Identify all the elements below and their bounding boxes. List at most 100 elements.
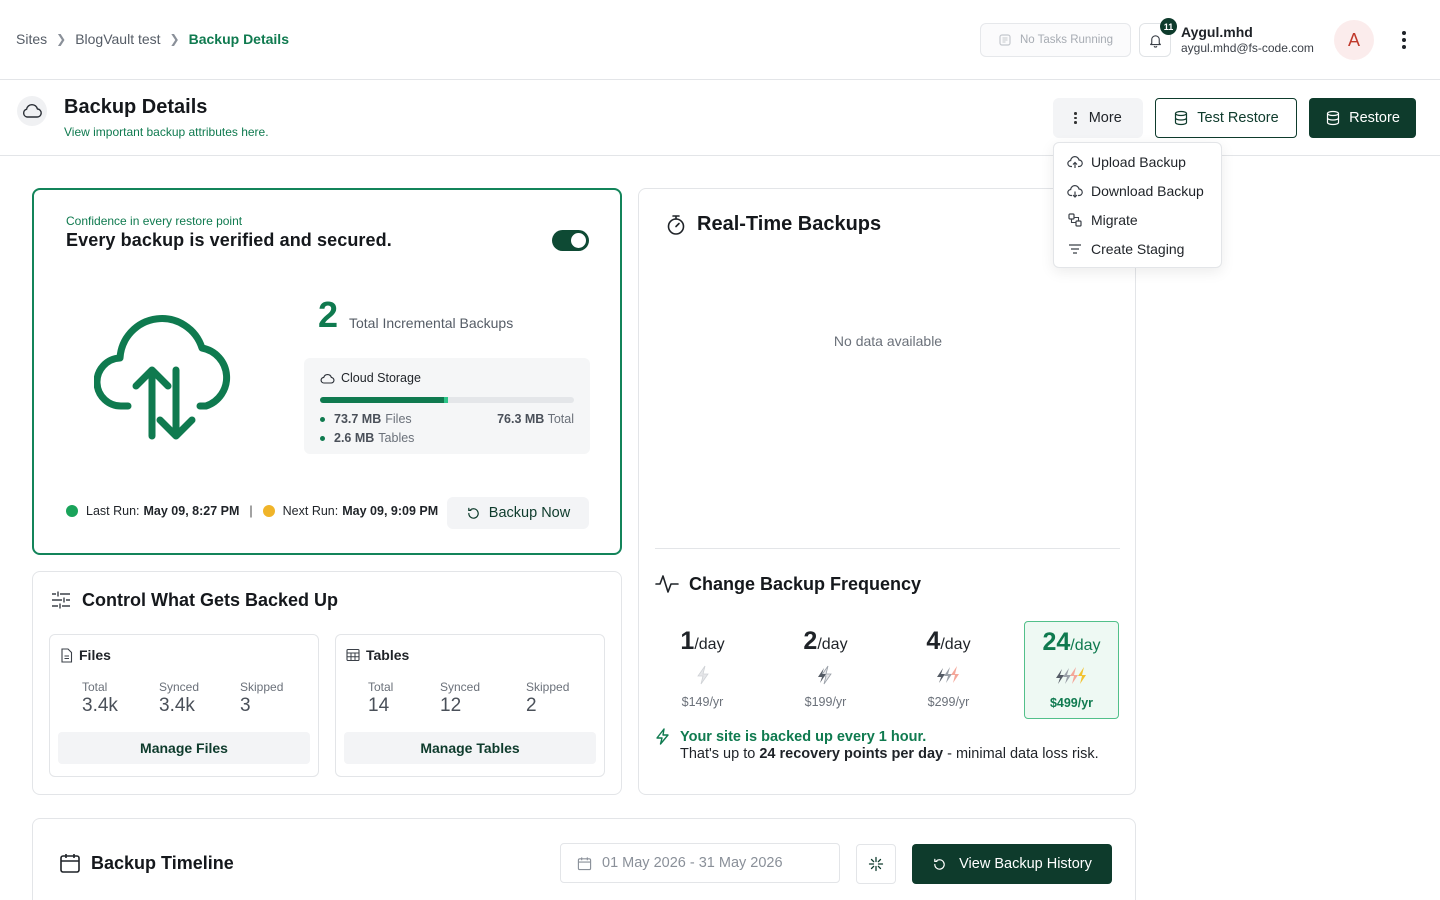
breadcrumb-current: Backup Details — [188, 31, 289, 47]
storage-total: 76.3 MB Total — [497, 412, 574, 426]
top-bar: Sites ❯ BlogVault test ❯ Backup Details … — [0, 0, 1440, 80]
more-label: More — [1088, 110, 1122, 126]
tables-synced-stat: Synced 12 — [440, 680, 481, 716]
tasks-icon — [999, 34, 1011, 46]
menu-item-migrate[interactable]: Migrate — [1054, 205, 1221, 234]
next-run-status-dot — [262, 505, 275, 517]
cloud-storage-panel: Cloud Storage 73.7 MB Files 2.6 MB Tables … — [304, 358, 590, 454]
realtime-empty-state: No data available — [833, 333, 943, 349]
breadcrumb: Sites ❯ BlogVault test ❯ Backup Details — [16, 31, 289, 47]
incremental-backups-count: 2 — [318, 294, 339, 335]
chevron-right-icon: ❯ — [56, 32, 67, 46]
notification-count-badge: 11 — [1160, 18, 1177, 35]
timeline-header: Backup Timeline — [59, 852, 234, 874]
storage-tables-row: 2.6 MB Tables — [320, 431, 414, 445]
next-run-value: May 09, 9:09 PM — [342, 504, 439, 518]
date-range-picker[interactable]: 01 May 2026 - 31 May 2026 — [560, 843, 840, 883]
chevron-right-icon: ❯ — [169, 32, 180, 46]
user-name: Aygul.mhd — [1181, 24, 1253, 40]
history-icon — [934, 858, 945, 870]
last-run-status-dot — [66, 505, 78, 517]
frequency-header: Change Backup Frequency — [655, 573, 921, 595]
restore-button[interactable]: Restore — [1309, 98, 1416, 138]
calendar-icon — [60, 854, 80, 873]
verification-title: Every backup is verified and secured. — [66, 230, 392, 250]
tables-total-stat: Total 14 — [368, 680, 394, 716]
backup-verification-card: Confidence in every restore point Every … — [32, 188, 622, 555]
page-header: Backup Details View important backup att… — [0, 80, 1440, 156]
sliders-icon — [52, 591, 70, 609]
storage-progress-fill — [320, 397, 449, 403]
table-icon — [346, 648, 360, 662]
divider — [655, 548, 1120, 549]
kebab-menu-icon[interactable] — [1392, 28, 1416, 52]
tables-skipped-stat: Skipped 2 — [526, 680, 570, 716]
database-icon — [1175, 110, 1188, 126]
test-restore-label: Test Restore — [1197, 110, 1279, 126]
realtime-backups-card: Real-Time Backups No data available Chan… — [638, 188, 1136, 795]
storage-progress-bar — [320, 397, 574, 403]
sparkle-button[interactable] — [856, 844, 896, 884]
lightning-icon — [1025, 666, 1118, 688]
frequency-note: Your site is backed up every 1 hour. Tha… — [655, 728, 1099, 762]
activity-icon — [655, 575, 679, 593]
frequency-option-4[interactable]: 4/day $299/yr — [901, 621, 996, 719]
cloud-sync-icon — [94, 315, 231, 440]
frequency-note-detail: That's up to 24 recovery points per day … — [680, 746, 1099, 762]
incremental-backups-label: Total Incremental Backups — [349, 315, 514, 331]
more-vertical-icon — [1074, 112, 1077, 124]
bell-icon — [1149, 34, 1161, 48]
database-icon — [1327, 110, 1340, 126]
more-button[interactable]: More — [1053, 98, 1143, 138]
user-email: aygul.mhd@fs-code.com — [1181, 41, 1314, 55]
calendar-icon — [577, 856, 592, 870]
verification-toggle[interactable] — [552, 230, 589, 251]
files-skipped-stat: Skipped 3 — [240, 680, 284, 716]
frequency-option-24[interactable]: 24/day $499/yr — [1024, 621, 1119, 719]
page-title: Backup Details — [64, 96, 208, 118]
files-title: Files — [60, 647, 111, 663]
page-subtitle: View important backup attributes here. — [64, 125, 269, 139]
lightning-icon — [901, 665, 996, 687]
frequency-option-2[interactable]: 2/day $199/yr — [778, 621, 873, 719]
manage-files-button[interactable]: Manage Files — [58, 732, 310, 764]
files-total-stat: Total 3.4k — [82, 680, 118, 716]
last-run-value: May 09, 8:27 PM — [143, 504, 240, 518]
lightning-icon — [656, 728, 669, 745]
stopwatch-icon — [667, 214, 685, 235]
tasks-label: No Tasks Running — [1019, 34, 1114, 46]
tables-title: Tables — [346, 647, 409, 663]
cloud-download-icon — [1067, 184, 1083, 198]
realtime-header: Real-Time Backups — [665, 213, 881, 236]
backup-scope-header: Control What Gets Backed Up — [50, 589, 338, 611]
frequency-option-1[interactable]: 1/day $149/yr — [655, 621, 750, 719]
avatar[interactable]: A — [1334, 20, 1374, 60]
run-schedule: Last Run: May 09, 8:27 PM | Next Run: May … — [66, 504, 438, 518]
sparkle-icon — [868, 856, 884, 872]
tasks-status[interactable]: No Tasks Running — [980, 23, 1131, 57]
backup-now-button[interactable]: Backup Now — [447, 497, 589, 529]
menu-item-download-backup[interactable]: Download Backup — [1054, 176, 1221, 205]
frequency-note-headline: Your site is backed up every 1 hour. — [680, 728, 927, 745]
restore-label: Restore — [1349, 110, 1400, 126]
manage-tables-button[interactable]: Manage Tables — [344, 732, 596, 764]
storage-files-row: 73.7 MB Files — [320, 412, 412, 426]
backup-timeline-card: Backup Timeline 01 May 2026 - 31 May 202… — [32, 818, 1136, 900]
breadcrumb-site[interactable]: BlogVault test — [75, 31, 160, 47]
refresh-icon — [468, 507, 479, 519]
more-dropdown-menu: Upload Backup Download Backup Migrate Cr… — [1053, 142, 1222, 268]
view-backup-history-button[interactable]: View Backup History — [912, 844, 1112, 884]
filter-icon — [1069, 243, 1081, 254]
migrate-icon — [1068, 212, 1082, 227]
test-restore-button[interactable]: Test Restore — [1155, 98, 1297, 138]
cloud-storage-header: Cloud Storage — [320, 371, 421, 385]
menu-item-create-staging[interactable]: Create Staging — [1054, 234, 1221, 263]
lightning-icon — [655, 665, 750, 687]
menu-item-upload-backup[interactable]: Upload Backup — [1054, 147, 1221, 176]
cloud-icon — [17, 96, 47, 126]
tables-panel: Tables Total 14 Synced 12 Skipped 2 Manage … — [335, 634, 605, 777]
user-info[interactable]: Aygul.mhd aygul.mhd@fs-code.com — [1181, 24, 1314, 55]
breadcrumb-sites[interactable]: Sites — [16, 31, 47, 47]
files-synced-stat: Synced 3.4k — [159, 680, 200, 716]
backup-scope-card: Control What Gets Backed Up Files Total 3… — [32, 571, 622, 795]
